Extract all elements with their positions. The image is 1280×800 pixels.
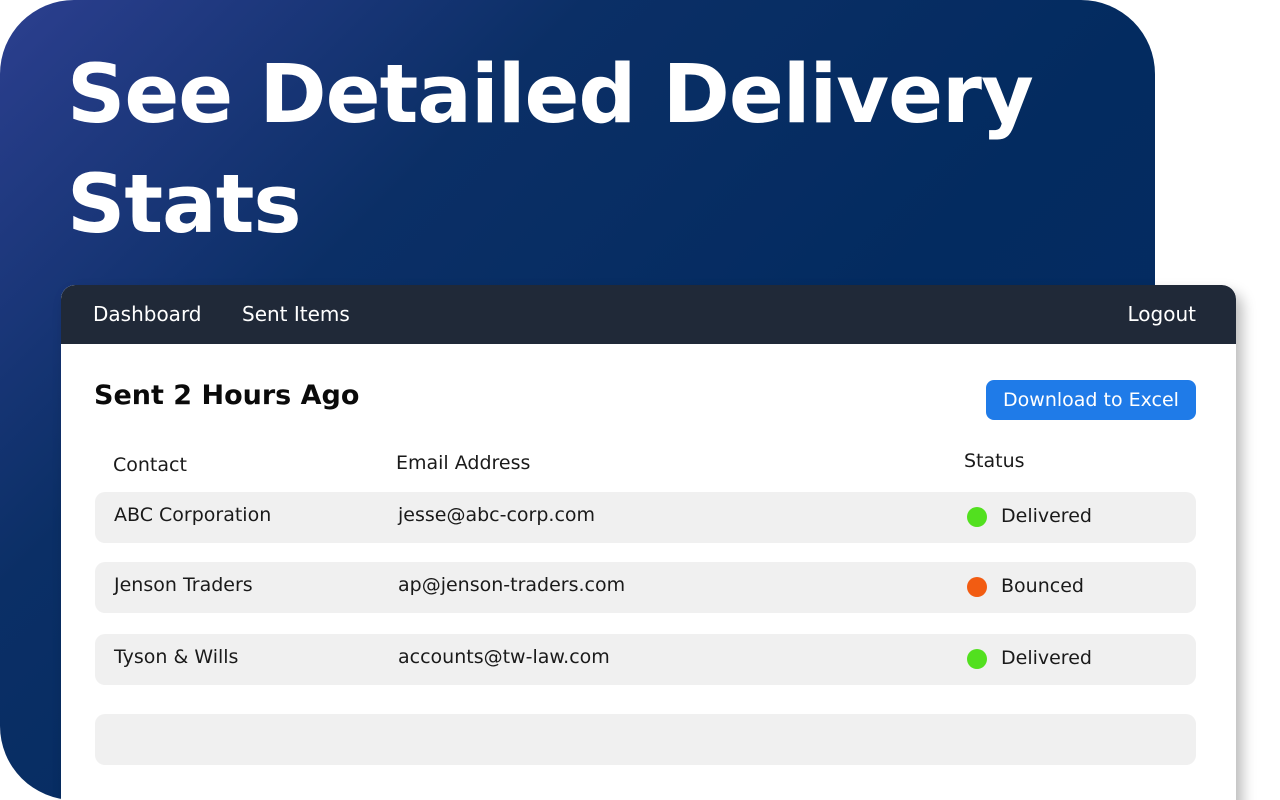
nav-item-dashboard[interactable]: Dashboard — [93, 285, 202, 344]
column-header-email: Email Address — [396, 452, 531, 474]
contact-cell: Jenson Traders — [114, 574, 253, 596]
email-cell: accounts@tw-law.com — [398, 646, 610, 668]
table-row[interactable]: Tyson & Wills accounts@tw-law.com Delive… — [95, 634, 1196, 685]
column-header-contact: Contact — [113, 454, 187, 476]
table-row[interactable]: ABC Corporation jesse@abc-corp.com Deliv… — [95, 492, 1196, 543]
page: See Detailed Delivery Stats Dashboard Se… — [0, 0, 1280, 800]
status-dot-icon — [967, 577, 987, 597]
column-header-status: Status — [964, 450, 1025, 472]
contact-cell: Tyson & Wills — [114, 646, 239, 668]
app-window: Dashboard Sent Items Logout Sent 2 Hours… — [61, 285, 1236, 800]
download-to-excel-button[interactable]: Download to Excel — [986, 380, 1196, 420]
nav-item-sent-items[interactable]: Sent Items — [242, 285, 350, 344]
contact-cell: ABC Corporation — [114, 504, 272, 526]
status-cell: Delivered — [1001, 647, 1092, 669]
table-row[interactable]: Jenson Traders ap@jenson-traders.com Bou… — [95, 562, 1196, 613]
email-cell: ap@jenson-traders.com — [398, 574, 626, 596]
status-cell: Delivered — [1001, 505, 1092, 527]
status-dot-icon — [967, 649, 987, 669]
status-cell: Bounced — [1001, 575, 1084, 597]
section-title: Sent 2 Hours Ago — [94, 380, 360, 411]
status-dot-icon — [967, 507, 987, 527]
top-navbar: Dashboard Sent Items Logout — [61, 285, 1236, 344]
email-cell: jesse@abc-corp.com — [398, 504, 596, 526]
logout-link[interactable]: Logout — [1128, 285, 1196, 344]
empty-table-row — [95, 714, 1196, 765]
hero-title: See Detailed Delivery Stats — [67, 48, 1034, 252]
